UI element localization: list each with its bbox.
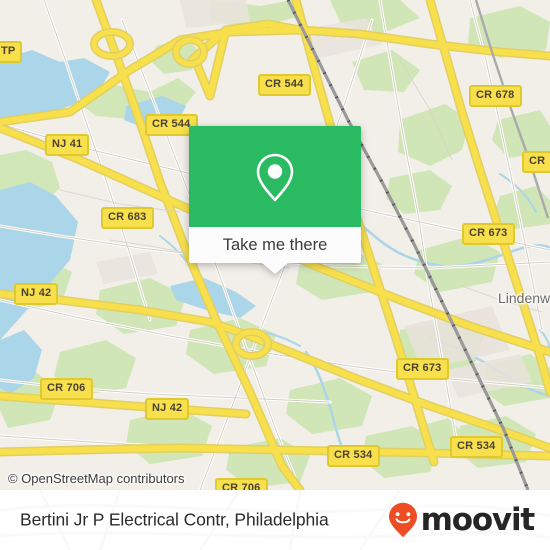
moovit-logo[interactable]: moovit — [388, 501, 536, 538]
road-shield: CR 706 — [215, 478, 268, 490]
take-me-there-button[interactable]: Take me there — [189, 227, 361, 263]
callout-pointer — [262, 263, 288, 274]
road-shield: TP — [0, 41, 23, 63]
map-pin-icon — [256, 153, 294, 201]
place-label: Lindenw — [498, 290, 550, 306]
osm-attribution[interactable]: © OpenStreetMap contributors — [8, 471, 185, 486]
bottom-info-bar: Bertini Jr P Electrical Contr, Philadelp… — [0, 490, 550, 550]
road-shield: NJ 41 — [45, 134, 90, 156]
road-shield: NJ 42 — [145, 398, 190, 420]
road-shield: CR 673 — [462, 223, 515, 245]
place-name-label: Bertini Jr P Electrical Contr, Philadelp… — [20, 509, 329, 530]
callout-icon-area — [189, 126, 361, 227]
road-shield: NJ 42 — [14, 283, 59, 305]
road-shield: CR 678 — [469, 85, 522, 107]
road-shield: CR 534 — [450, 436, 503, 458]
road-shield: CR 706 — [40, 378, 93, 400]
moovit-pin-icon — [388, 502, 417, 538]
road-shield: CR 683 — [101, 207, 154, 229]
road-shield: CR 673 — [396, 358, 449, 380]
road-shield: CR 544 — [258, 74, 311, 96]
road-shield: CR — [522, 151, 550, 173]
take-me-there-callout[interactable]: Take me there — [189, 126, 361, 274]
moovit-wordmark: moovit — [420, 501, 536, 538]
road-shield: CR 534 — [327, 445, 380, 467]
map-screenshot: Lindenw TP CR 544 CR 678 CR 544 NJ 41 CR CR 68… — [0, 0, 550, 550]
